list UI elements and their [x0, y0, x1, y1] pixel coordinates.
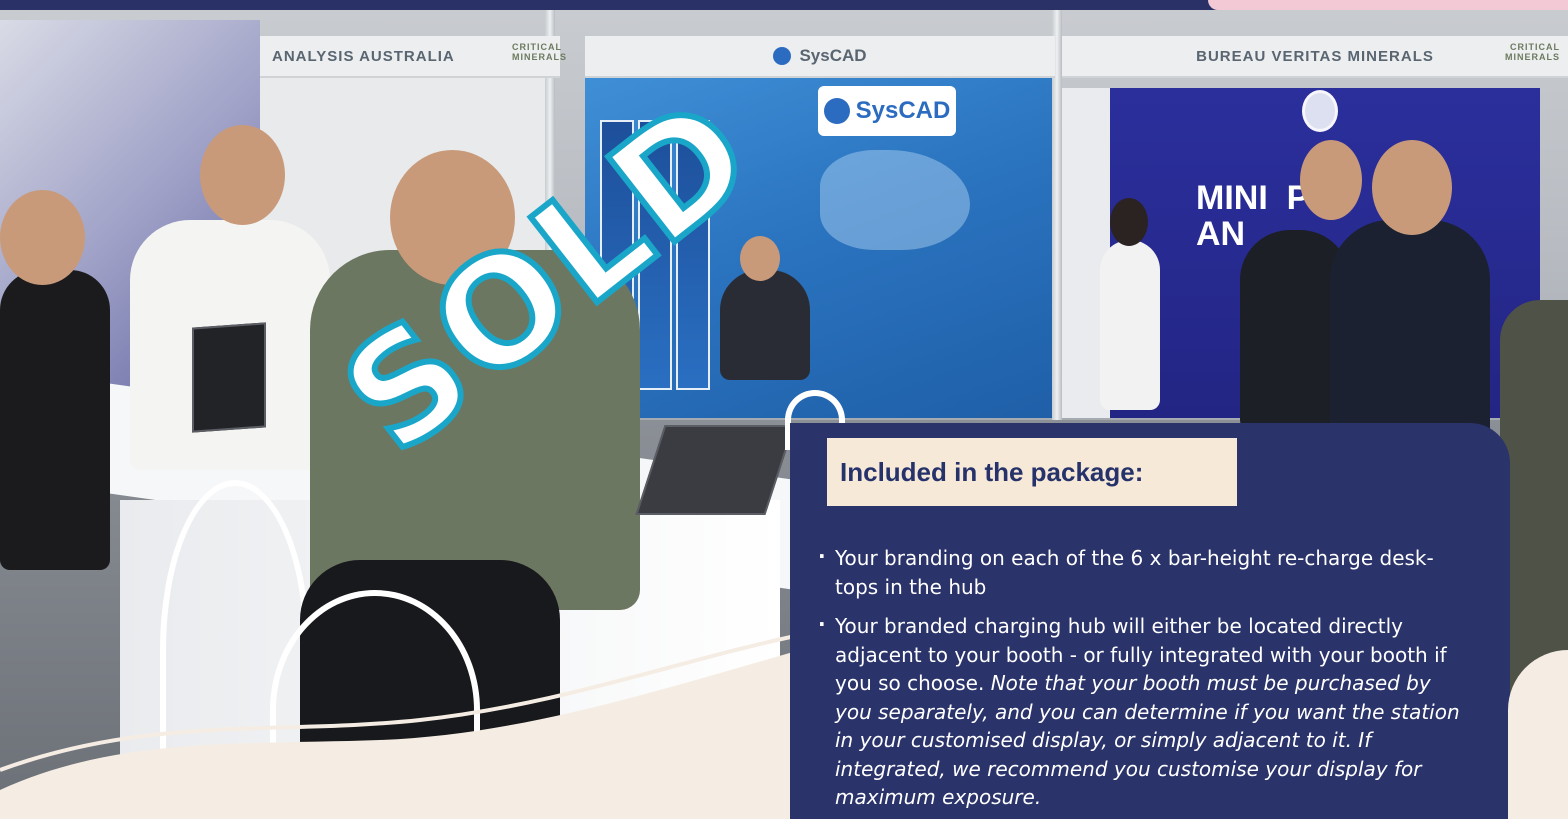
- package-item: Your branding on each of the 6 x bar-hei…: [818, 542, 1468, 601]
- package-heading: Included in the package:: [827, 438, 1237, 506]
- package-list: Your branding on each of the 6 x bar-hei…: [818, 542, 1468, 819]
- top-accent: [1208, 0, 1568, 10]
- package-item-text: Your branding on each of the 6 x bar-hei…: [835, 546, 1434, 599]
- package-item: Your branded charging hub will either be…: [818, 610, 1468, 812]
